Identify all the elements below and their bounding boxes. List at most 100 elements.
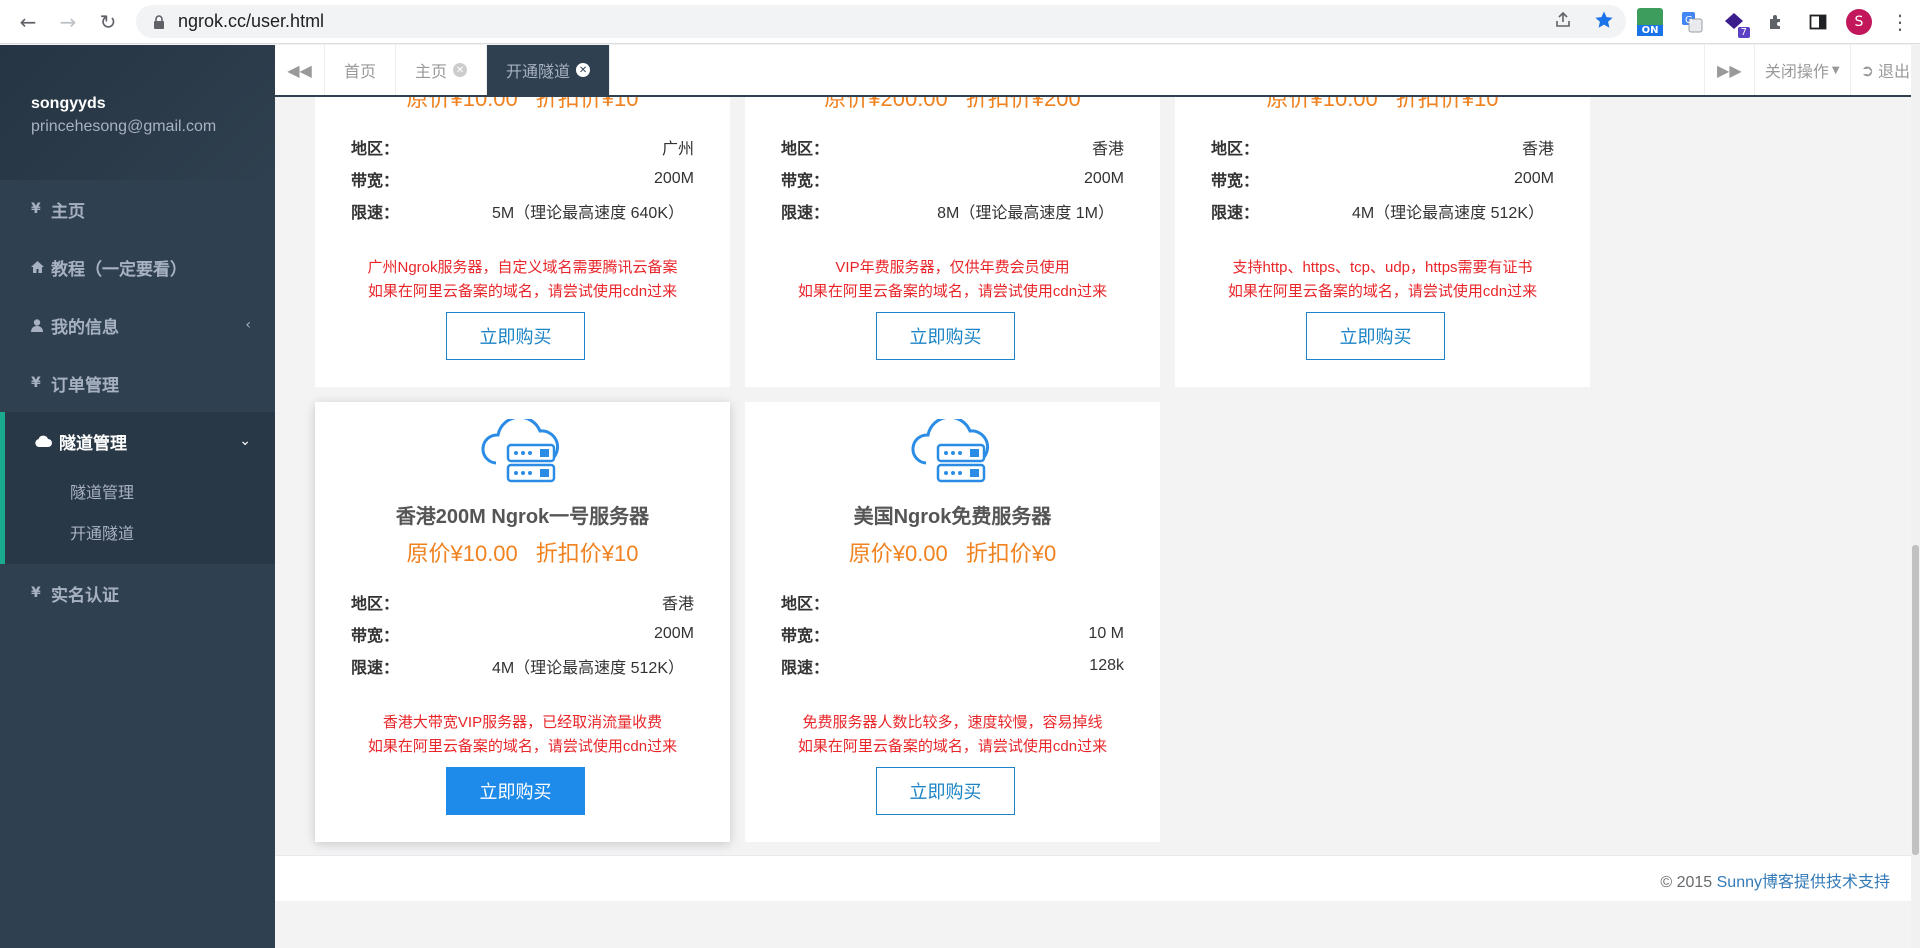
sidebar-item-my-info[interactable]: 我的信息 ‹ [0, 296, 275, 354]
main-content: 原价¥10.00 折扣价¥10 地区： 广州 带宽： 200M 限速： 5M（理论最高速… [275, 97, 1920, 948]
sidebar-item-home[interactable]: ¥ 主页 [0, 180, 275, 238]
side-panel-icon[interactable] [1804, 8, 1832, 36]
bookmark-star-icon[interactable] [1594, 10, 1614, 34]
discount-price: 折扣价¥10 [1395, 97, 1499, 111]
description-line: 如果在阿里云备案的域名，请尝试使用cdn过来 [797, 738, 1108, 755]
scrollbar-thumb[interactable] [1912, 545, 1919, 855]
description-line: 如果在阿里云备案的域名，请尝试使用cdn过来 [797, 283, 1108, 300]
description-line: 免费服务器人数比较多，速度较慢，容易掉线 [802, 714, 1103, 731]
spec-speed: 限速： 4M（理论最高速度 512K） [351, 650, 694, 682]
description-line: 香港大带宽VIP服务器，已经取消流量收费 [382, 714, 663, 731]
close-icon[interactable]: ✕ [453, 63, 468, 77]
spec-label: 限速： [781, 205, 830, 222]
submenu-item-open-tunnel[interactable]: 开通隧道 [5, 511, 275, 552]
server-description: 广州Ngrok服务器，自定义域名需要腾讯云备案 如果在阿里云备案的域名，请尝试使… [315, 256, 730, 304]
svg-text:G: G [1685, 15, 1693, 26]
buy-now-button[interactable]: 立即购买 [1306, 312, 1445, 360]
user-name[interactable]: songyyds [31, 95, 275, 113]
forward-icon[interactable]: → [48, 2, 88, 42]
spec-bandwidth: 带宽： 200M [781, 163, 1124, 195]
chevron-down-icon: ⌄ [239, 433, 251, 449]
footer-text: © 2015 Sunny博客提供技术支持 [1660, 868, 1890, 892]
spec-speed: 限速： 8M（理论最高速度 1M） [781, 195, 1124, 227]
extension-on-icon[interactable]: ON [1636, 8, 1664, 36]
tabs-scroll-left-icon[interactable]: ◀◀ [275, 45, 325, 95]
spec-speed: 限速： 128k [781, 650, 1124, 682]
spec-value: 香港 [661, 596, 694, 613]
more-menu-icon[interactable]: ⋮ [1886, 8, 1914, 36]
server-card: 原价¥10.00 折扣价¥10 地区： 广州 带宽： 200M 限速： 5M（理论最高速… [315, 97, 730, 387]
submenu-item-tunnel-management[interactable]: 隧道管理 [5, 470, 275, 511]
logout-button[interactable]: ➲ 退出 [1849, 45, 1920, 95]
yen-icon: ¥ [31, 201, 41, 217]
footer-link[interactable]: Sunny博客提供技术支持 [1717, 874, 1890, 891]
server-description: 支持http、https、tcp、udp，https需要有证书 如果在阿里云备案… [1175, 256, 1590, 304]
server-description: 免费服务器人数比较多，速度较慢，容易掉线 如果在阿里云备案的域名，请尝试使用cd… [745, 711, 1160, 759]
price-line: 原价¥10.00 折扣价¥10 [315, 97, 730, 113]
user-email: princehesong@gmail.com [31, 118, 217, 135]
description-line: 支持http、https、tcp、udp，https需要有证书 [1232, 259, 1533, 276]
spec-label: 限速： [351, 660, 400, 677]
copyright-text: © 2015 [1660, 874, 1717, 891]
tab-main[interactable]: 主页 ✕ [396, 45, 488, 95]
description-line: 如果在阿里云备案的域名，请尝试使用cdn过来 [1227, 283, 1538, 300]
tab-home[interactable]: 首页 [325, 45, 397, 95]
translate-icon[interactable]: G [1678, 8, 1706, 36]
extension-on-label: ON [1637, 25, 1663, 36]
yen-icon: ¥ [31, 585, 41, 601]
close-icon[interactable]: ✕ [576, 63, 591, 77]
tab-open-tunnel[interactable]: 开通隧道 ✕ [487, 45, 611, 95]
spec-bandwidth: 带宽： 200M [351, 163, 694, 195]
spec-label: 地区： [781, 596, 830, 613]
original-price: 原价¥200.00 [824, 97, 948, 111]
price-line: 原价¥200.00 折扣价¥200 [745, 97, 1160, 113]
sidebar-item-tutorial[interactable]: 教程（一定要看） [0, 238, 275, 296]
purple-extension-icon[interactable]: 7 [1720, 8, 1750, 38]
description-line: 如果在阿里云备案的域名，请尝试使用cdn过来 [367, 283, 678, 300]
server-card: 原价¥10.00 折扣价¥10 地区： 香港 带宽： 200M 限速： 4M（理论最高速… [1175, 97, 1590, 387]
cloud-server-icon [481, 419, 560, 483]
spec-label: 地区： [781, 141, 830, 158]
buy-now-button[interactable]: 立即购买 [446, 312, 585, 360]
sidebar-item-tunnel-management[interactable]: 隧道管理 ⌄ [5, 412, 275, 470]
spec-value: 4M（理论最高速度 512K） [1351, 205, 1544, 222]
spec-value: 4M（理论最高速度 512K） [491, 660, 684, 677]
buy-now-button[interactable]: 立即购买 [876, 767, 1015, 815]
puzzle-extensions-icon[interactable] [1762, 8, 1790, 36]
sidebar-item-label: 我的信息 [51, 317, 119, 338]
sidebar: songyyds princehesong@gmail.com ¥ 主页 教程（… [0, 45, 275, 948]
server-description: 香港大带宽VIP服务器，已经取消流量收费 如果在阿里云备案的域名，请尝试使用cd… [315, 711, 730, 759]
buy-now-button[interactable]: 立即购买 [876, 312, 1015, 360]
tabs-scroll-right-icon[interactable]: ▶▶ [1703, 45, 1754, 95]
profile-avatar[interactable]: S [1846, 9, 1872, 35]
user-profile: songyyds princehesong@gmail.com [0, 45, 275, 180]
sidebar-item-orders[interactable]: ¥ 订单管理 [0, 354, 275, 412]
buy-now-button[interactable]: 立即购买 [446, 767, 585, 815]
sidebar-group-tunnels: 隧道管理 ⌄ 隧道管理 开通隧道 [0, 412, 275, 564]
back-icon[interactable]: ← [8, 2, 48, 42]
spec-bandwidth: 带宽： 200M [351, 618, 694, 650]
browser-toolbar: ← → ↻ ngrok.cc/user.html ON G 7 S ⋮ [0, 0, 1920, 44]
server-title: 美国Ngrok免费服务器 [853, 506, 1052, 528]
spec-value: 香港 [1091, 141, 1124, 158]
spec-label: 地区： [1211, 141, 1260, 158]
page-scrollbar[interactable] [1911, 45, 1920, 948]
chevron-left-icon: ‹ [245, 317, 251, 333]
sidebar-item-label: 教程（一定要看） [51, 259, 187, 280]
spec-speed: 限速： 5M（理论最高速度 640K） [351, 195, 694, 227]
sidebar-item-real-name[interactable]: ¥ 实名认证 [0, 564, 275, 622]
price-line: 原价¥10.00 折扣价¥10 [315, 536, 730, 568]
spec-label: 带宽： [1211, 173, 1260, 190]
address-bar[interactable]: ngrok.cc/user.html [136, 5, 1626, 38]
lock-icon [152, 14, 166, 29]
close-operations-dropdown[interactable]: 关闭操作 ▼ [1753, 45, 1850, 95]
share-icon[interactable] [1554, 11, 1572, 33]
sidebar-item-label: 订单管理 [51, 375, 119, 396]
server-card: 原价¥200.00 折扣价¥200 地区： 香港 带宽： 200M 限速： 8M（理论最… [745, 97, 1160, 387]
reload-icon[interactable]: ↻ [88, 2, 128, 42]
description-line: 广州Ngrok服务器，自定义域名需要腾讯云备案 [367, 259, 678, 276]
tab-label: 首页 [344, 62, 377, 81]
spec-value: 香港 [1521, 141, 1554, 158]
price-line: 原价¥0.00 折扣价¥0 [745, 536, 1160, 568]
sidebar-item-label: 隧道管理 [59, 433, 127, 454]
